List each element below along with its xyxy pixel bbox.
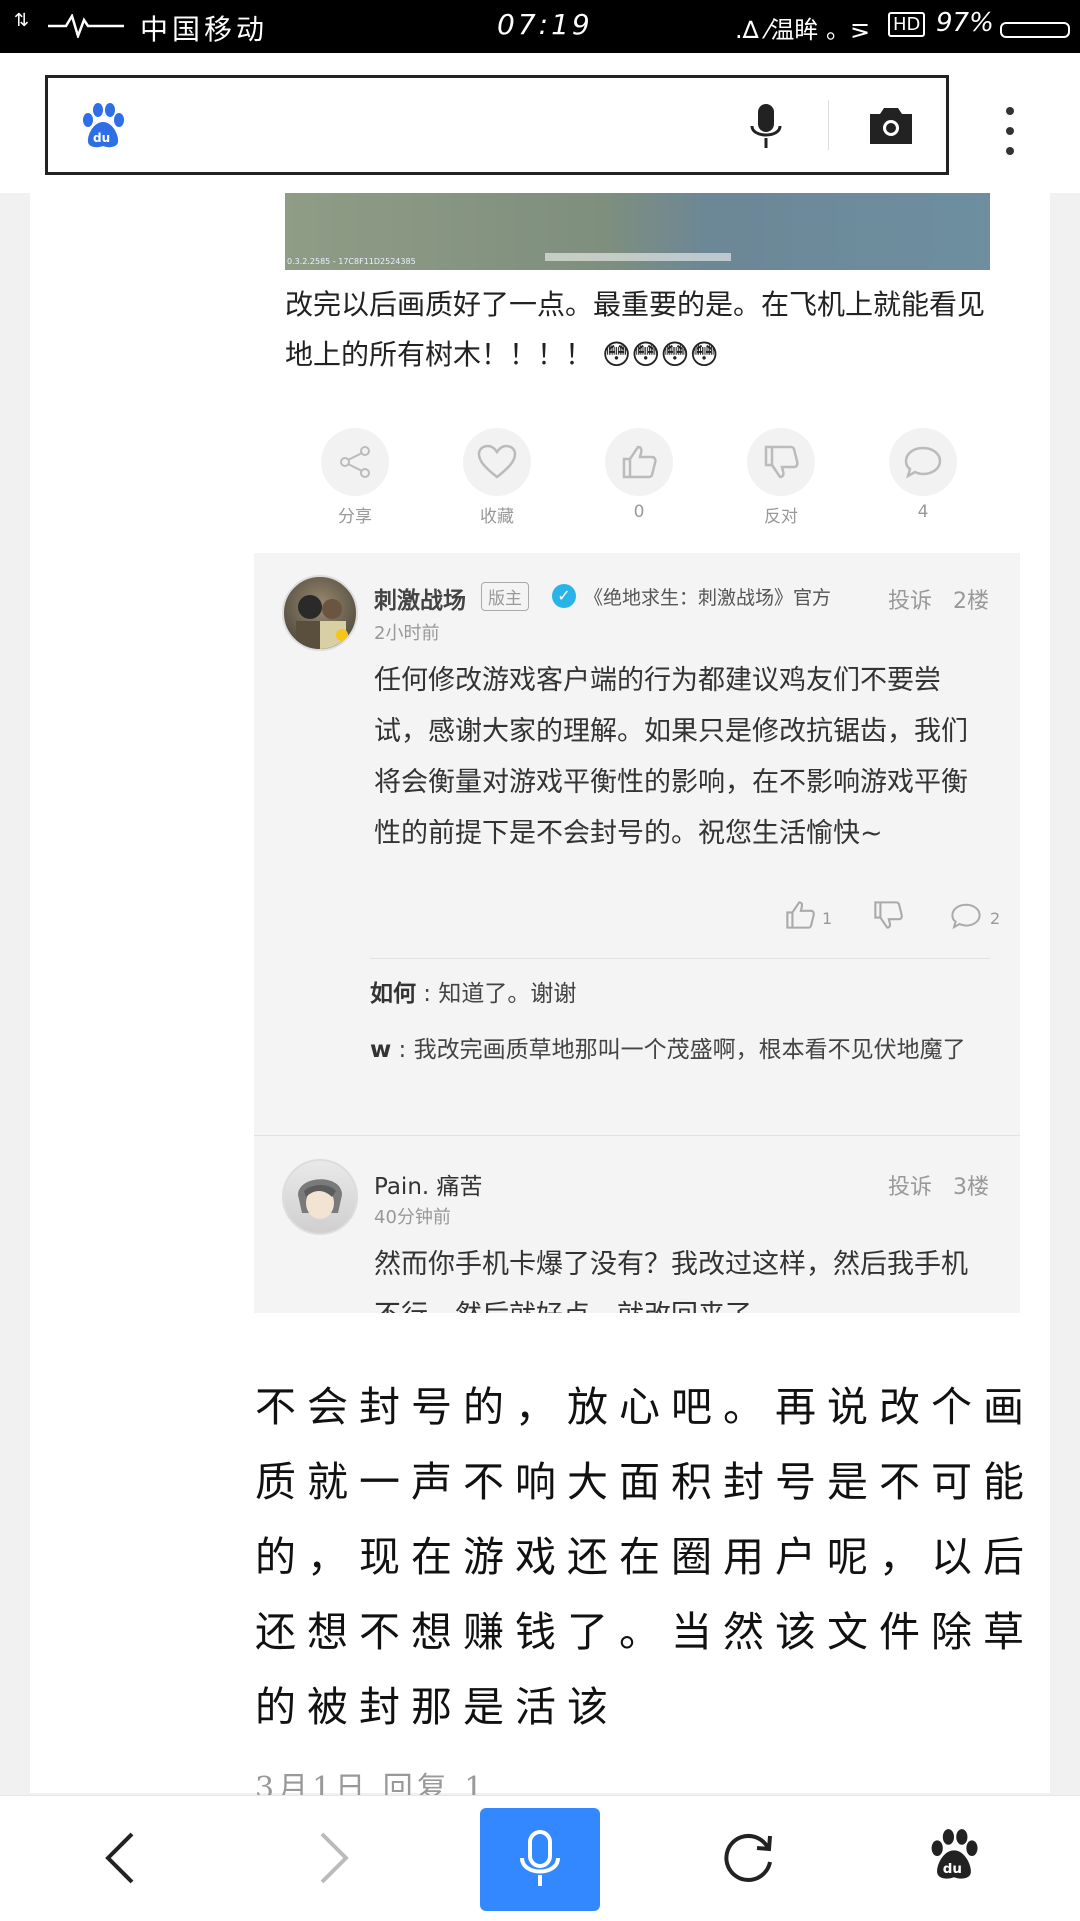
battery-icon — [1000, 22, 1070, 38]
clock: 07:19 — [497, 8, 593, 41]
divider — [828, 100, 829, 150]
post-image[interactable]: 0.3.2.2585 - 17C8F11D2524385 — [285, 193, 990, 270]
comment-text: 然而你手机卡爆了没有？我改过这样，然后我手机不行，然后就好点，就改回来了 — [374, 1249, 968, 1313]
microphone-icon[interactable] — [748, 102, 784, 152]
verified-icon: ✓ — [552, 584, 576, 608]
share-label: 分享 — [338, 507, 372, 527]
voice-search-button[interactable] — [480, 1808, 600, 1911]
avatar[interactable] — [282, 575, 358, 651]
comment-username[interactable]: 刺激战场 — [374, 581, 466, 615]
carrier-name: 中国移动 — [140, 13, 269, 46]
floor-number: 3楼 — [953, 1175, 989, 1200]
like-count: 0 — [633, 502, 645, 522]
share-button[interactable]: 分享 — [310, 428, 400, 527]
reply-item[interactable]: w : 我改完画质草地那叫一个茂盛啊，根本看不见伏地魔了 — [370, 1029, 990, 1072]
comment-oppose-icon[interactable] — [872, 899, 904, 931]
svg-text:du: du — [943, 1862, 962, 1877]
forward-icon[interactable] — [314, 1830, 354, 1886]
comment-reply-count: 2 — [990, 909, 1001, 928]
divider — [254, 1135, 1020, 1136]
battery-percent: 97% — [936, 8, 994, 38]
hd-badge: HD — [888, 12, 926, 37]
oppose-button[interactable]: 反对 — [736, 428, 826, 527]
status-indicators: .∆ ⁄温眸 。⋝ — [735, 16, 871, 44]
official-title: 《绝地求生：刺激战场》官方 — [584, 587, 832, 609]
baidu-home-icon[interactable]: du — [926, 1826, 982, 1886]
comment-time: 40分钟前 — [374, 1207, 451, 1228]
floor-number: 2楼 — [953, 589, 989, 614]
moderator-badge: 版主 — [481, 582, 529, 611]
post-action-bar: 分享 收藏 0 反对 4 — [310, 428, 1010, 528]
search-input[interactable]: du — [45, 75, 949, 175]
reply-item[interactable]: 如何 : 知道了。谢谢 — [370, 973, 990, 1016]
like-button[interactable]: 0 — [594, 428, 684, 522]
answer-text: 不会封号的，放心吧。再说改个画质就一声不响大面积封号是不可能的，现在游戏还在圈用… — [255, 1383, 1035, 1731]
avatar[interactable] — [282, 1159, 358, 1235]
comments-panel: 刺激战场 版主 ✓ 《绝地求生：刺激战场》官方 投诉 2楼 2小时前 任何修改游… — [254, 553, 1020, 1313]
comment-time: 2小时前 — [374, 623, 440, 644]
comment-like-icon[interactable] — [784, 899, 816, 931]
thumbs-down-icon — [764, 445, 799, 479]
image-caption: 0.3.2.2585 - 17C8F11D2524385 — [287, 257, 416, 266]
baidu-logo-icon: du — [83, 103, 124, 148]
bottom-nav: du — [0, 1795, 1080, 1921]
status-bar: ⇅ 中国移动 07:19 .∆ ⁄温眸 。⋝ HD 97% — [0, 0, 1080, 53]
comment-button[interactable]: 4 — [878, 428, 968, 522]
comment-icon — [904, 446, 942, 479]
search-header: du — [0, 53, 1080, 193]
post-text: 改完以后画质好了一点。最重要的是。在飞机上就能看见地上的所有树木！！！！ 😳😳😳… — [285, 288, 986, 371]
report-link[interactable]: 投诉 — [888, 1169, 932, 1201]
comment-count: 4 — [917, 502, 929, 522]
oppose-label: 反对 — [764, 507, 798, 527]
thumbs-up-icon — [622, 445, 657, 479]
microphone-icon — [520, 1829, 560, 1886]
svg-text:du: du — [93, 131, 110, 145]
favorite-button[interactable]: 收藏 — [452, 428, 542, 527]
report-link[interactable]: 投诉 — [888, 583, 932, 615]
reply-text: 知道了。谢谢 — [438, 981, 577, 1007]
more-menu-icon[interactable] — [995, 103, 1025, 163]
comment-text: 任何修改游戏客户端的行为都建议鸡友们不要尝试，感谢大家的理解。如果只是修改抗锯齿… — [374, 665, 968, 849]
back-icon[interactable] — [100, 1830, 140, 1886]
data-arrows-icon: ⇅ — [14, 10, 30, 31]
favorite-label: 收藏 — [480, 507, 514, 527]
signal-wave-icon — [48, 14, 124, 38]
comment-username[interactable]: Pain. 痛苦 — [374, 1167, 483, 1201]
share-icon — [340, 446, 370, 478]
heart-icon — [477, 444, 517, 479]
refresh-icon[interactable] — [720, 1830, 776, 1886]
reply-text: 我改完画质草地那叫一个茂盛啊，根本看不见伏地魔了 — [413, 1037, 966, 1063]
comment-like-count: 1 — [822, 909, 833, 928]
camera-icon[interactable] — [866, 104, 916, 148]
reply-author[interactable]: 如何 — [370, 981, 416, 1007]
image-scrollbar — [545, 253, 731, 261]
divider — [370, 958, 990, 959]
comment-reply-icon[interactable] — [950, 901, 982, 931]
reply-author[interactable]: w — [370, 1037, 391, 1063]
